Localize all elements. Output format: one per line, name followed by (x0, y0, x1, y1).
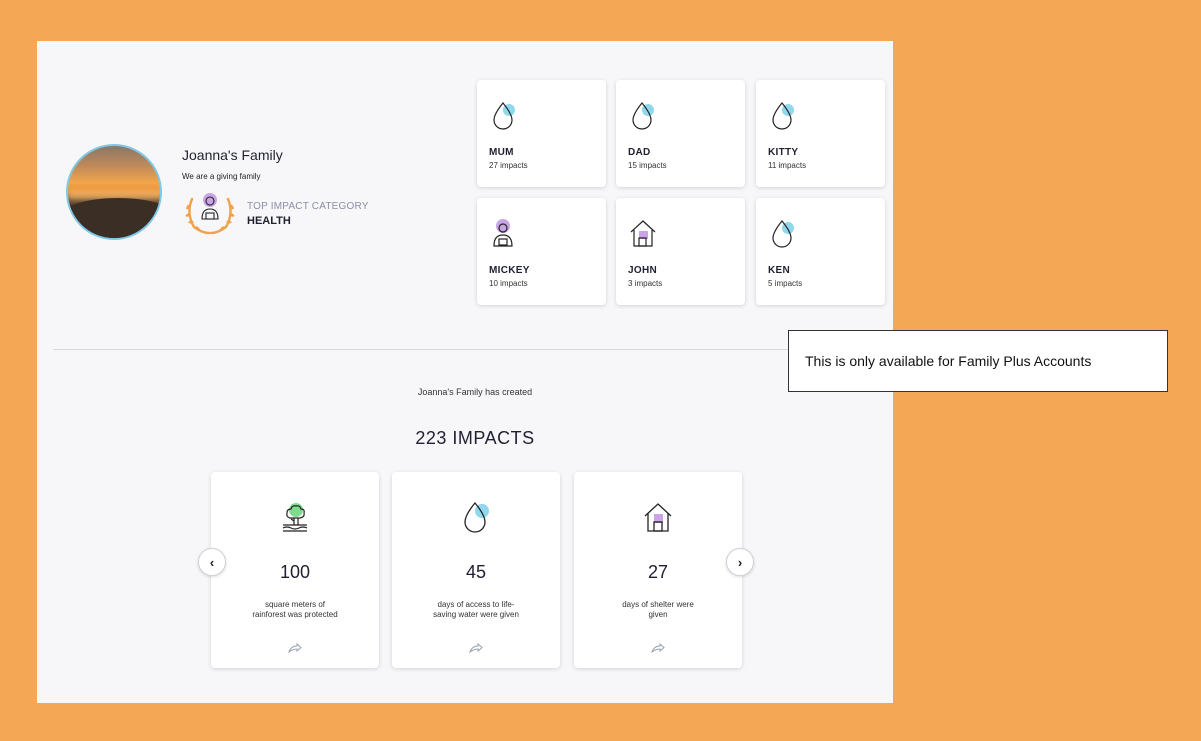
carousel-next-button[interactable]: › (726, 548, 754, 576)
member-name: KITTY (768, 147, 799, 158)
impact-total: 223 IMPACTS (415, 428, 535, 448)
impact-summary-intro: Joanna's Family has created (417, 387, 533, 397)
member-impact-count: 3 impacts (628, 279, 663, 288)
share-icon[interactable] (651, 643, 665, 653)
member-impact-count: 15 impacts (628, 161, 667, 170)
member-impact-count: 5 impacts (768, 279, 803, 288)
member-card-dad[interactable]: DAD 15 impacts (616, 80, 745, 187)
section-divider (53, 349, 893, 350)
top-category-value: HEALTH (247, 215, 291, 227)
impact-card-water[interactable]: 45 days of access to life- saving water … (392, 472, 560, 668)
family-tagline: We are a giving family (182, 172, 261, 181)
member-name: DAD (628, 147, 651, 158)
doctor-icon (493, 219, 513, 247)
impact-card-shelter[interactable]: 27 days of shelter were given (574, 472, 742, 668)
water-drop-icon (772, 102, 794, 130)
family-name: Joanna's Family (182, 147, 283, 163)
impact-description: days of shelter were given (622, 600, 694, 619)
rainforest-icon (282, 503, 308, 532)
member-impact-count: 27 impacts (489, 161, 528, 170)
water-drop-icon (632, 102, 654, 130)
member-card-mickey[interactable]: MICKEY 10 impacts (477, 198, 606, 305)
family-avatar (66, 144, 162, 240)
member-card-ken[interactable]: KEN 5 impacts (756, 198, 885, 305)
impact-description: days of access to life- saving water wer… (433, 600, 519, 619)
water-drop-icon (772, 220, 794, 248)
member-card-kitty[interactable]: KITTY 11 impacts (756, 80, 885, 187)
carousel-prev-button[interactable]: ‹ (198, 548, 226, 576)
member-impact-count: 10 impacts (489, 279, 528, 288)
member-name: KEN (768, 265, 791, 276)
house-icon (644, 503, 672, 532)
impact-value: 27 (647, 562, 669, 582)
impact-value: 100 (279, 562, 311, 582)
member-card-john[interactable]: JOHN 3 impacts (616, 198, 745, 305)
member-name: MICKEY (489, 265, 530, 276)
member-impact-count: 11 impacts (768, 161, 807, 170)
share-icon[interactable] (469, 643, 483, 653)
share-icon[interactable] (288, 643, 302, 653)
top-category-label: TOP IMPACT CATEGORY (247, 201, 369, 212)
member-card-mum[interactable]: MUM 27 impacts (477, 80, 606, 187)
member-name: JOHN (628, 265, 657, 276)
family-panel: Joanna's Family We are a giving family T… (37, 41, 893, 703)
laurel-badge-icon (185, 193, 235, 235)
water-drop-icon (464, 501, 489, 533)
house-icon (630, 220, 656, 247)
impact-value: 45 (465, 562, 487, 582)
impact-description: square meters of rainforest was protecte… (252, 600, 338, 619)
water-drop-icon (493, 102, 515, 130)
family-plus-tooltip: This is only available for Family Plus A… (788, 330, 1168, 392)
member-name: MUM (489, 147, 514, 158)
impact-card-rainforest[interactable]: 100 square meters of rainforest was prot… (211, 472, 379, 668)
